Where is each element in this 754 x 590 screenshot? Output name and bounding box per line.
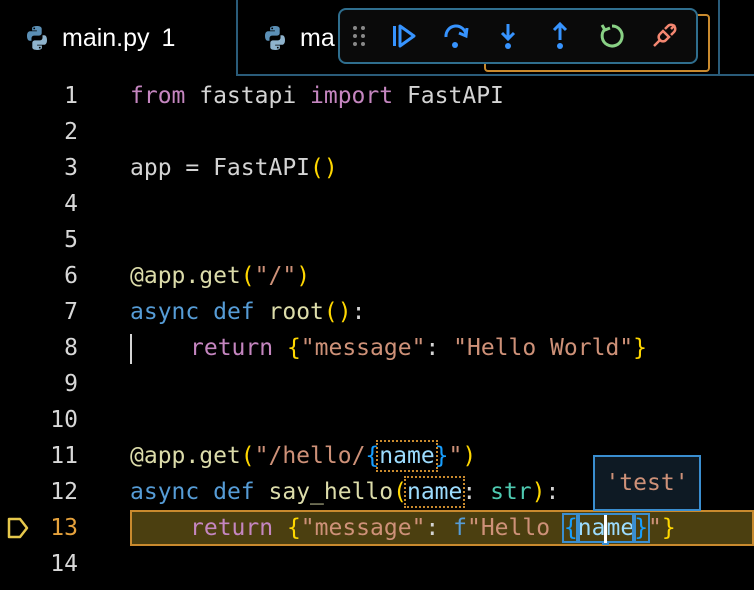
tab-label: ma <box>300 23 335 52</box>
code-text: async def root(): <box>130 299 366 325</box>
code-text: from fastapi import FastAPI <box>130 83 504 109</box>
code-line: 5 <box>0 222 754 258</box>
continue-button[interactable] <box>378 10 430 62</box>
code-line: 7 async def root(): <box>0 294 754 330</box>
variable-hover-tooltip: 'test' <box>593 455 701 511</box>
step-over-button[interactable] <box>430 10 482 62</box>
code-line: 6 @app.get("/") <box>0 258 754 294</box>
line-number: 7 <box>64 299 78 325</box>
code-text: app = FastAPI() <box>130 155 338 181</box>
python-icon <box>27 26 47 50</box>
line-number: 6 <box>64 263 78 289</box>
line-number: 14 <box>50 551 78 577</box>
disconnect-icon <box>653 23 677 47</box>
code-line: 10 <box>0 402 754 438</box>
line-number: 10 <box>50 407 78 433</box>
line-number: 11 <box>50 443 78 469</box>
line-number: 1 <box>64 83 78 109</box>
code-line: 9 <box>0 366 754 402</box>
restart-icon <box>600 24 624 48</box>
line-number: 5 <box>64 227 78 253</box>
line-number: 4 <box>64 191 78 217</box>
code-text: return {"message": f"Hello {name}"} <box>190 513 676 543</box>
line-number: 2 <box>64 119 78 145</box>
disconnect-button[interactable] <box>638 10 690 62</box>
code-text: @app.get("/") <box>130 263 311 289</box>
step-into-icon <box>500 24 516 49</box>
continue-icon <box>393 24 416 48</box>
inline-value-highlight: name <box>403 476 466 508</box>
line-number: 3 <box>64 155 78 181</box>
step-into-button[interactable] <box>482 10 534 62</box>
step-over-icon <box>444 24 469 48</box>
code-line: 8 return {"message": "Hello World"} <box>0 330 754 366</box>
line-number: 13 <box>50 515 78 541</box>
code-line: 14 <box>0 546 754 582</box>
code-line: 2 <box>0 114 754 150</box>
line-number: 8 <box>64 335 78 361</box>
code-text: @app.get("/hello/{name}") <box>130 440 477 472</box>
code-line: 3 app = FastAPI() <box>0 150 754 186</box>
tab-third[interactable] <box>718 0 754 76</box>
restart-button[interactable] <box>586 10 638 62</box>
line-number: 9 <box>64 371 78 397</box>
code-editor[interactable]: 1 from fastapi import FastAPI 2 3 app = … <box>0 78 754 590</box>
problems-count-badge: 1 <box>161 23 176 52</box>
line-number: 12 <box>50 479 78 505</box>
hover-value: 'test' <box>605 470 689 496</box>
python-icon <box>265 26 285 50</box>
code-line: 1 from fastapi import FastAPI <box>0 78 754 114</box>
indent-guide <box>130 334 132 364</box>
drag-handle-icon[interactable] <box>340 10 378 62</box>
hovered-variable: name <box>575 513 637 543</box>
inline-value-highlight: name <box>376 440 438 472</box>
code-text: async def say_hello(name: str): <box>130 476 560 508</box>
tab-label: main.py <box>62 23 150 52</box>
step-out-icon <box>552 21 568 49</box>
current-execution-line: 13 return {"message": f"Hello {name}"} <box>0 510 754 546</box>
code-text: return {"message": "Hello World"} <box>190 335 647 361</box>
step-out-button[interactable] <box>534 10 586 62</box>
tab-main-py[interactable]: main.py 1 <box>0 0 238 76</box>
code-line: 4 <box>0 186 754 222</box>
debug-toolbar <box>338 8 698 64</box>
